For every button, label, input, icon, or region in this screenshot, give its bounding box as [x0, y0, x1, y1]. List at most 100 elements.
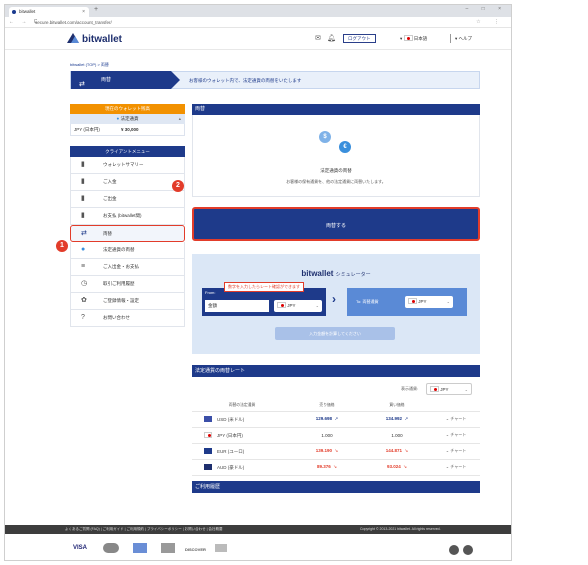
list-icon: ≡	[81, 263, 86, 270]
logo-text: bitwallet	[82, 34, 123, 45]
trend-up-icon: ↗	[404, 416, 409, 421]
history-section-title: ご利用履歴	[192, 480, 480, 493]
sidebar-item-label: ご入金	[103, 179, 117, 184]
help-link[interactable]: ▾ ヘルプ	[450, 34, 472, 43]
exchange-coins-icon: $ €	[319, 129, 355, 155]
rates-table: 両替の法定通貨 売り価格 買い価格 USD (米ドル) 129.698 ↗ 13…	[192, 401, 480, 476]
trend-down-icon: ↘	[333, 464, 338, 469]
sell-cell: 139.190 ↘	[292, 443, 362, 460]
currency-label: USD (米ドル)	[217, 416, 245, 422]
logout-button[interactable]: ログアウト	[343, 34, 376, 43]
sidebar-item-deposit[interactable]: ▮ ご入金	[70, 174, 185, 191]
to-currency-select[interactable]: JPY ⌄	[405, 296, 453, 308]
trend-down-icon: ↘	[404, 448, 409, 453]
twitter-icon[interactable]	[463, 545, 473, 555]
au-flag-icon	[204, 463, 212, 470]
chart-label: チャート	[450, 464, 467, 469]
facebook-icon[interactable]	[449, 545, 459, 555]
chart-label: チャート	[450, 432, 467, 437]
language-select[interactable]: ▾ 日本語	[400, 34, 427, 43]
sidebar-item-exchange[interactable]: ⇄ 両替	[70, 225, 185, 242]
breadcrumb[interactable]: bitwallet (TOP) > 両替	[70, 62, 109, 68]
currency-label: AUD (豪ドル)	[217, 464, 245, 470]
buy-price: 134.992	[385, 416, 402, 421]
simulator-suffix: シミュレーター	[335, 272, 371, 278]
from-label: From:	[205, 290, 216, 295]
japan-flag-icon	[277, 302, 286, 308]
annotation-badge-1: 1	[56, 240, 68, 252]
bell-icon[interactable]: 🔔︎	[327, 34, 336, 42]
buy-cell: 134.992 ↗	[362, 411, 432, 428]
sidebar-item-label: ご入出金・お支払	[103, 264, 139, 269]
japan-flag-icon	[408, 298, 417, 304]
browser-tab[interactable]: bitwallet ×	[9, 7, 89, 17]
exchange-icon: ⇄	[79, 81, 85, 88]
chart-link[interactable]: ⌄ チャート	[432, 427, 480, 444]
from-currency-select[interactable]: JPY ⌄	[274, 300, 322, 312]
sell-cell: 129.698 ↗	[292, 411, 362, 428]
display-currency-select[interactable]: JPY ⌄	[426, 383, 472, 395]
sidebar-item-payment[interactable]: ▮ お支払 (bitwallet間)	[70, 208, 185, 225]
page-title: ⇄ 両替	[71, 71, 180, 89]
to-label: To: 両替通貨	[356, 299, 379, 304]
trend-down-icon: ↘	[334, 448, 339, 453]
url-field[interactable]: secure.bitwallet.com/account_transfer/	[35, 17, 112, 28]
window-controls[interactable]: – □ ×	[466, 6, 508, 12]
exchange-description: お客様の保有通貨を、他の法定通貨に両替いたします。	[286, 179, 386, 184]
card-logo-icon	[215, 544, 227, 552]
sidebar-item-withdraw[interactable]: ▮ ご出金	[70, 191, 185, 208]
balance-row: JPY (日本円) ¥ 30,000	[70, 124, 185, 136]
chevron-down-icon: ⌄	[446, 299, 450, 304]
calculate-button[interactable]: 入力金額を計算してください	[275, 327, 395, 340]
buy-price: 1.000	[391, 432, 403, 438]
annotation-badge-2: 2	[172, 180, 184, 192]
mail-icon[interactable]: ✉	[315, 34, 321, 42]
table-row: USD (米ドル) 129.698 ↗ 134.992 ↗ ⌄ チャート	[192, 411, 480, 428]
simulator-title: bitwallet シミュレーター	[192, 269, 480, 278]
chart-link[interactable]: ⌄ チャート	[432, 443, 480, 460]
sidebar-item-label: お支払 (bitwallet間)	[103, 213, 142, 218]
to-currency-value: JPY	[418, 299, 427, 304]
history-icon: ◷	[81, 280, 88, 287]
sidebar-item-fiat-exchange[interactable]: ● 法定通貨の両替	[70, 242, 185, 259]
rates-section-title: 法定通貨の両替レート	[192, 365, 480, 377]
currency-cell: USD (米ドル)	[192, 411, 292, 428]
chart-link[interactable]: ⌄ チャート	[432, 459, 480, 476]
sidebar-item-wallet-summary[interactable]: ▮ ウォレットサマリー	[70, 157, 185, 174]
close-tab-icon[interactable]: ×	[82, 7, 85, 17]
payment-logos: VISA DISCOVER	[5, 535, 511, 560]
sidebar-item-label: 法定通貨の両替	[103, 247, 135, 252]
display-currency-value: JPY	[440, 387, 449, 392]
withdraw-icon: ▮	[81, 195, 85, 202]
amount-input[interactable]: 金額	[205, 300, 269, 312]
browser-window: bitwallet × + – □ × ← → C secure.bitwall…	[4, 4, 512, 561]
sidebar-item-settings[interactable]: ✿ ご登録情報・設定	[70, 293, 185, 310]
simulator-brand: bitwallet	[301, 269, 334, 278]
chart-link[interactable]: ⌄ チャート	[432, 411, 480, 428]
page-title-label: 両替	[101, 77, 112, 83]
footer-links[interactable]: よくあるご質問 (FAQ) | ご利用ガイド | ご利用規約 | プライバシーポ…	[65, 525, 223, 534]
column-header: 両替の法定通貨	[192, 401, 292, 412]
sidebar-item-history[interactable]: ◷ 取引ご利用履歴	[70, 276, 185, 293]
sidebar-item-label: 両替	[103, 231, 112, 236]
sell-price: 129.698	[315, 416, 332, 421]
balance-subtitle-label: 法定通貨	[120, 116, 139, 121]
exchange-button[interactable]: 両替する	[192, 207, 480, 241]
from-panel: From: 数字を入力したらレート確認ができます 金額 JPY ⌄	[202, 282, 326, 316]
buy-price: 144.871	[385, 448, 402, 453]
new-tab-button[interactable]: +	[94, 6, 98, 13]
sidebar-item-contact[interactable]: ? お問い合わせ	[70, 310, 185, 327]
gear-icon: ✿	[81, 297, 87, 304]
client-menu-title: クライアントメニュー	[70, 146, 185, 157]
buy-cell: 93.024 ↘	[362, 459, 432, 476]
balance-subtitle[interactable]: ● 法定通貨 ▴	[70, 114, 185, 124]
logo[interactable]: bitwallet	[67, 33, 122, 46]
browser-menu-icon[interactable]: ☆ ⋮	[476, 17, 505, 28]
table-row: AUD (豪ドル) 89.376 ↘ 93.024 ↘ ⌄ チャート	[192, 459, 480, 476]
jcb-logo-icon	[161, 543, 175, 553]
bitwallet-logo-icon	[67, 33, 79, 43]
sidebar-item-transactions[interactable]: ≡ ご入出金・お支払	[70, 259, 185, 276]
us-flag-icon	[204, 415, 212, 422]
table-row: JPY (日本円) 1.000 1.000 ⌄ チャート	[192, 427, 480, 444]
to-panel: To: 両替通貨 JPY ⌄	[347, 288, 467, 316]
